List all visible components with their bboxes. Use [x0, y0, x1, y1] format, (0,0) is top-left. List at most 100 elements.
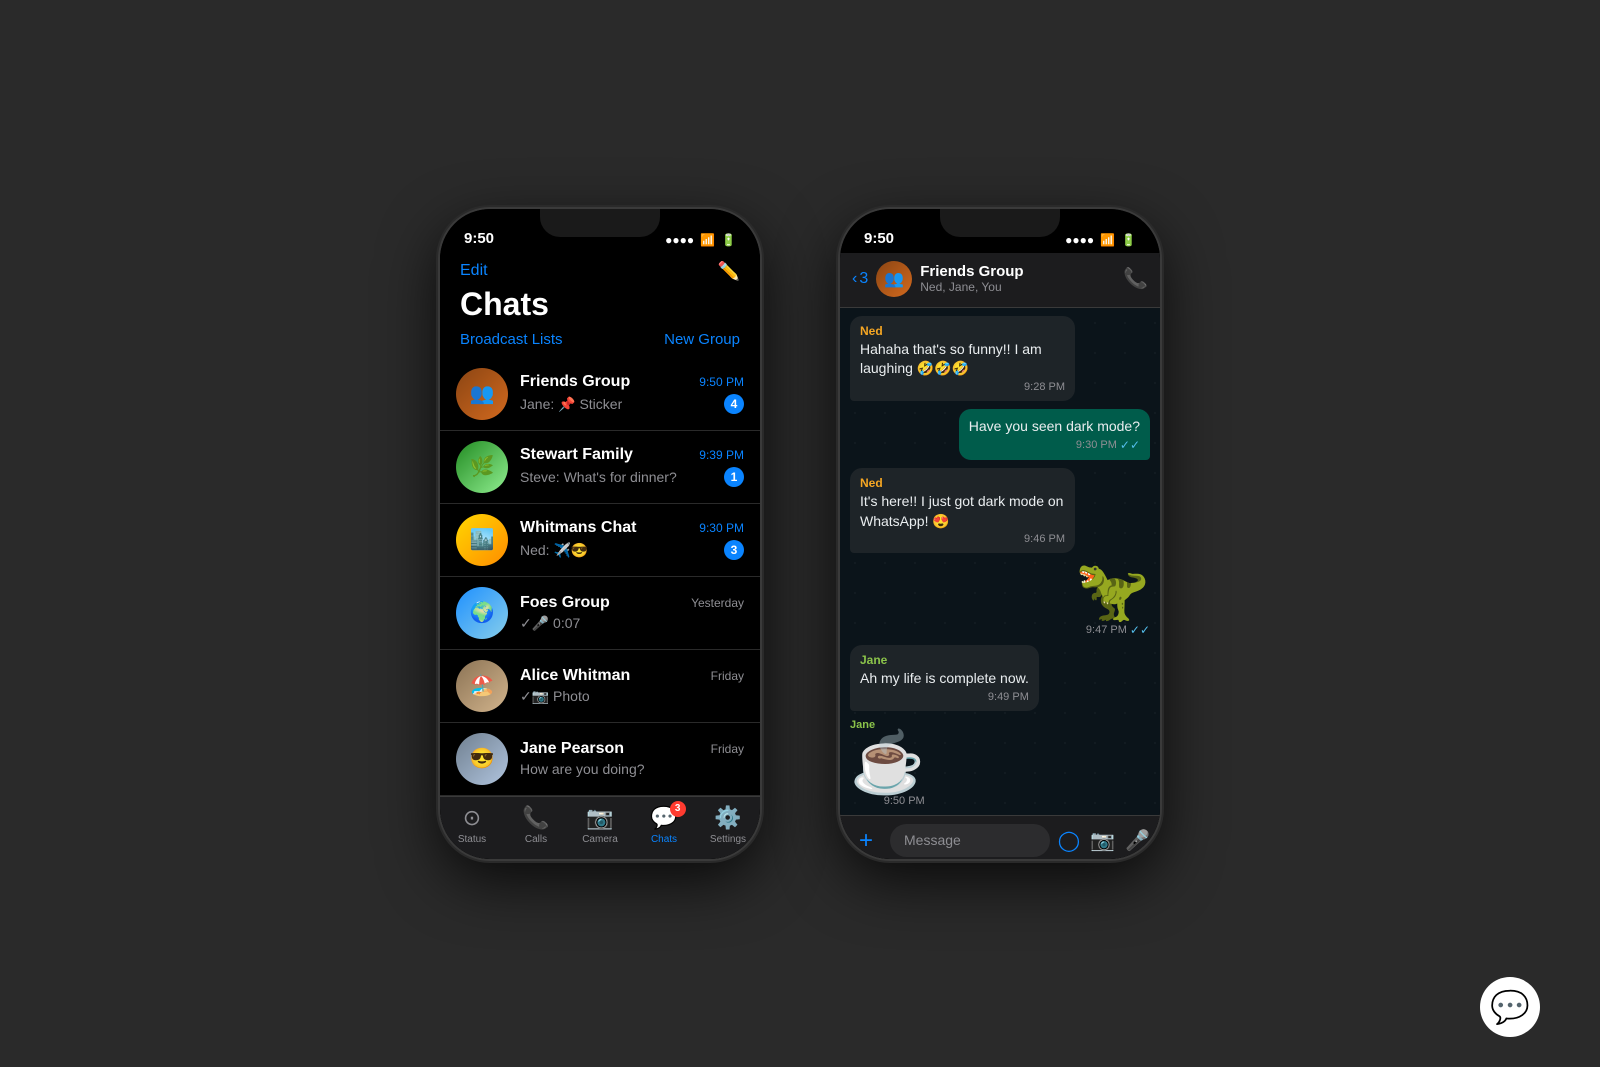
chat-list: 👥 Friends Group 9:50 PM Jane: 📌 Sticker … — [440, 358, 760, 796]
status-bar-1: 9:50 ●●●● 📶 🔋 — [440, 209, 760, 253]
camera-tab-icon: 📷 — [586, 805, 613, 830]
new-group-button[interactable]: New Group — [664, 331, 740, 348]
compose-button[interactable]: ✏️ — [718, 261, 740, 282]
edit-button[interactable]: Edit — [460, 262, 488, 280]
status-tab-icon: ⊙ — [463, 805, 481, 830]
msg-time-jane-1: 9:49 PM — [860, 691, 1029, 703]
unread-badge-friends-group: 4 — [724, 394, 744, 414]
msg-time-ned-1: 9:28 PM — [860, 381, 1065, 393]
calls-tab-label: Calls — [525, 834, 547, 845]
msg-text-ned-1: Hahaha that's so funny!! I am laughing 🤣… — [860, 340, 1065, 379]
message-jane-1: Jane Ah my life is complete now. 9:49 PM — [850, 645, 1039, 711]
msg-time-sent-1: 9:30 PM ✓✓ — [969, 438, 1140, 452]
tab-camera[interactable]: 📷 Camera — [568, 805, 632, 845]
chat-name-foes-group: Foes Group — [520, 594, 610, 612]
sticker-button[interactable]: ◯ — [1058, 828, 1080, 853]
message-ned-1: Ned Hahaha that's so funny!! I am laughi… — [850, 316, 1075, 401]
chat-preview-whitmans-chat: Ned: ✈️😎 — [520, 542, 588, 559]
chat-preview-alice-whitman: ✓📷 Photo — [520, 688, 590, 705]
avatar-whitmans-chat: 🏙️ — [456, 514, 508, 566]
battery-icon-2: 🔋 — [1121, 233, 1136, 247]
msg-text-sent-1: Have you seen dark mode? — [969, 417, 1140, 437]
chat-info-foes-group: Foes Group Yesterday ✓🎤 0:07 — [520, 594, 744, 632]
chat-time-foes-group: Yesterday — [691, 596, 744, 610]
msg-ticks-sticker: ✓✓ — [1130, 623, 1150, 637]
tab-calls[interactable]: 📞 Calls — [504, 805, 568, 845]
chat-time-friends-group: 9:50 PM — [699, 375, 744, 389]
video-call-button[interactable]: 📞 — [1123, 266, 1148, 291]
status-icons-1: ●●●● 📶 🔋 — [665, 233, 736, 247]
message-ned-2: Ned It's here!! I just got dark mode on … — [850, 468, 1075, 553]
signal-icon: ●●●● — [665, 233, 694, 247]
msg-ticks-sent-1: ✓✓ — [1120, 438, 1140, 452]
wifi-icon-2: 📶 — [1100, 233, 1115, 247]
avatar-jane-pearson: 😎 — [456, 733, 508, 785]
camera-input-button[interactable]: 📷 — [1090, 828, 1115, 853]
chat-name-jane-pearson: Jane Pearson — [520, 740, 624, 758]
chat-name-alice-whitman: Alice Whitman — [520, 667, 630, 685]
chats-tab-label: Chats — [651, 834, 677, 845]
chat-preview-foes-group: ✓🎤 0:07 — [520, 615, 580, 632]
chat-item-jane-pearson[interactable]: 😎 Jane Pearson Friday How are you doing? — [440, 723, 760, 796]
chat-name-whitmans-chat: Whitmans Chat — [520, 519, 636, 537]
calls-tab-icon: 📞 — [522, 805, 549, 830]
msg-time-jane-sticker: 9:50 PM — [850, 795, 925, 807]
messages-area: Ned Hahaha that's so funny!! I am laughi… — [840, 308, 1160, 816]
chats-header: Edit ✏️ Chats Broadcast Lists New Group — [440, 253, 760, 358]
msg-sender-ned-2: Ned — [860, 476, 1065, 490]
whatsapp-logo: 💬 — [1480, 977, 1540, 1037]
broadcast-lists-button[interactable]: Broadcast Lists — [460, 331, 563, 348]
status-time-1: 9:50 — [464, 230, 494, 247]
chat-info-stewart-family: Stewart Family 9:39 PM Steve: What's for… — [520, 446, 744, 487]
chat-name-stewart-family: Stewart Family — [520, 446, 633, 464]
add-button[interactable]: + — [850, 825, 882, 857]
avatar-friends-group: 👥 — [456, 368, 508, 420]
chats-tab-badge: 3 — [670, 801, 686, 817]
avatar-alice-whitman: 🏖️ — [456, 660, 508, 712]
group-header-info: Friends Group Ned, Jane, You — [920, 263, 1115, 294]
tab-bar: ⊙ Status 📞 Calls 📷 — [440, 796, 760, 859]
msg-text-jane-1: Ah my life is complete now. — [860, 669, 1029, 689]
chat-item-friends-group[interactable]: 👥 Friends Group 9:50 PM Jane: 📌 Sticker … — [440, 358, 760, 431]
group-avatar: 👥 — [876, 261, 912, 297]
msg-sender-jane-1: Jane — [860, 653, 1029, 667]
status-tab-label: Status — [458, 834, 486, 845]
chevron-left-icon: ‹ — [852, 270, 857, 288]
camera-tab-label: Camera — [582, 834, 618, 845]
chat-item-stewart-family[interactable]: 🌿 Stewart Family 9:39 PM Steve: What's f… — [440, 431, 760, 504]
msg-time-ned-2: 9:46 PM — [860, 533, 1065, 545]
unread-badge-whitmans-chat: 3 — [724, 540, 744, 560]
message-sticker-sent: 🦖 9:47 PM ✓✓ — [1075, 561, 1150, 637]
chat-preview-friends-group: Jane: 📌 Sticker — [520, 396, 622, 413]
chat-info-alice-whitman: Alice Whitman Friday ✓📷 Photo — [520, 667, 744, 705]
chat-item-alice-whitman[interactable]: 🏖️ Alice Whitman Friday ✓📷 Photo — [440, 650, 760, 723]
tab-status[interactable]: ⊙ Status — [440, 805, 504, 845]
chat-time-alice-whitman: Friday — [711, 669, 744, 683]
wifi-icon: 📶 — [700, 233, 715, 247]
back-button[interactable]: ‹ 3 — [852, 270, 868, 288]
back-count: 3 — [859, 270, 868, 288]
group-members: Ned, Jane, You — [920, 280, 1115, 294]
avatar-stewart-family: 🌿 — [456, 441, 508, 493]
whatsapp-icon: 💬 — [1490, 988, 1530, 1026]
tab-settings[interactable]: ⚙️ Settings — [696, 805, 760, 845]
avatar-foes-group: 🌍 — [456, 587, 508, 639]
input-actions: ◯ 📷 🎤 — [1058, 828, 1150, 853]
chat-item-foes-group[interactable]: 🌍 Foes Group Yesterday ✓🎤 0:07 — [440, 577, 760, 650]
mic-button[interactable]: 🎤 — [1125, 828, 1150, 853]
unread-badge-stewart-family: 1 — [724, 467, 744, 487]
chat-info-jane-pearson: Jane Pearson Friday How are you doing? — [520, 740, 744, 777]
settings-tab-icon: ⚙️ — [714, 805, 741, 830]
chat-info-whitmans-chat: Whitmans Chat 9:30 PM Ned: ✈️😎 3 — [520, 519, 744, 560]
phone-2: 9:50 ●●●● 📶 🔋 ‹ 3 👥 — [840, 209, 1160, 859]
chat-preview-jane-pearson: How are you doing? — [520, 761, 645, 777]
chat-info-friends-group: Friends Group 9:50 PM Jane: 📌 Sticker 4 — [520, 373, 744, 414]
message-input[interactable]: Message — [890, 824, 1050, 857]
signal-icon-2: ●●●● — [1065, 233, 1094, 247]
chat-time-stewart-family: 9:39 PM — [699, 448, 744, 462]
tab-chats[interactable]: 💬 3 Chats — [632, 805, 696, 845]
message-sent-1: Have you seen dark mode? 9:30 PM ✓✓ — [959, 409, 1150, 461]
chat-item-whitmans-chat[interactable]: 🏙️ Whitmans Chat 9:30 PM Ned: ✈️😎 3 — [440, 504, 760, 577]
chat-name-friends-group: Friends Group — [520, 373, 630, 391]
chat-time-whitmans-chat: 9:30 PM — [699, 521, 744, 535]
